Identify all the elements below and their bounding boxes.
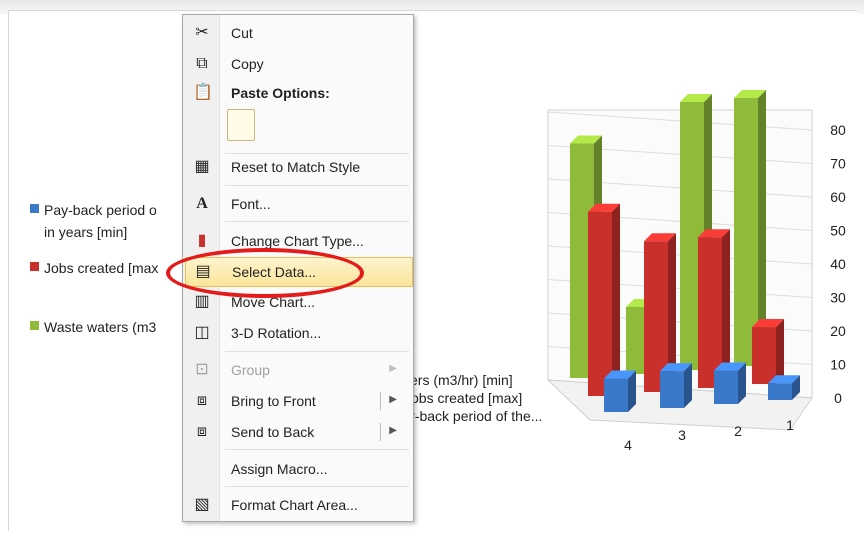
- menu-item-label: Cut: [231, 25, 253, 41]
- bar: [660, 371, 684, 408]
- x-tick-label: 3: [678, 427, 686, 443]
- split-divider: [380, 392, 381, 410]
- bar-chart-3d[interactable]: 0 10 20 30 40 50 60 70 80 4 3 2 1: [0, 0, 864, 536]
- menu-item-send-to-back[interactable]: ⧈ Send to Back ▶: [185, 418, 411, 446]
- format-icon: ▧: [194, 496, 210, 513]
- menu-item-bring-to-front[interactable]: ⧈ Bring to Front ▶: [185, 387, 411, 415]
- menu-item-group: ⊡ Group ▶: [185, 356, 411, 384]
- y-tick-label: 40: [830, 256, 846, 272]
- y-tick-label: 20: [830, 323, 846, 339]
- bar-side: [776, 319, 784, 384]
- submenu-arrow-icon[interactable]: ▶: [389, 394, 397, 405]
- reset-style-icon: ▦: [194, 158, 210, 175]
- series-axis-label: ay-back period of the...: [400, 408, 543, 424]
- menu-separator: [225, 449, 409, 450]
- paste-icon: 📋: [193, 84, 213, 101]
- font-icon: A: [196, 195, 208, 212]
- menu-item-label: Bring to Front: [231, 393, 316, 409]
- bar: [604, 378, 628, 412]
- x-tick-label: 1: [786, 417, 794, 433]
- paste-keep-formatting-button[interactable]: [227, 109, 255, 141]
- menu-item-copy[interactable]: ⧉ Copy: [185, 50, 411, 78]
- y-tick-label: 60: [830, 189, 846, 205]
- menu-item-reset-style[interactable]: ▦ Reset to Match Style: [185, 153, 411, 181]
- y-tick-label: 50: [830, 223, 846, 239]
- bring-front-icon: ⧈: [196, 392, 208, 409]
- submenu-arrow-icon[interactable]: ▶: [389, 425, 397, 436]
- scissors-icon: ✂: [195, 24, 209, 41]
- bar-side: [612, 203, 620, 396]
- bar: [768, 383, 792, 400]
- menu-separator: [225, 221, 409, 222]
- menu-item-label: Format Chart Area...: [231, 497, 358, 513]
- menu-item-font[interactable]: A Font...: [185, 190, 411, 218]
- series-axis-label: ers (m3/hr) [min]: [410, 372, 513, 388]
- menu-item-label: 3-D Rotation...: [231, 325, 322, 341]
- menu-item-label: Change Chart Type...: [231, 233, 364, 249]
- split-divider: [380, 423, 381, 441]
- menu-item-label: Select Data...: [232, 264, 317, 280]
- bar: [698, 237, 722, 388]
- menu-item-move-chart[interactable]: ▥ Move Chart...: [185, 288, 411, 316]
- y-tick-label: 30: [830, 290, 846, 306]
- menu-item-label: Move Chart...: [231, 294, 316, 310]
- bar: [752, 327, 776, 384]
- series-axis-label: Jobs created [max]: [404, 390, 523, 406]
- copy-icon: ⧉: [196, 55, 208, 72]
- submenu-arrow-icon: ▶: [389, 363, 397, 374]
- send-back-icon: ⧈: [196, 423, 208, 440]
- y-tick-label: 80: [830, 122, 846, 138]
- menu-item-change-chart-type[interactable]: ▮ Change Chart Type...: [185, 227, 411, 255]
- menu-item-label: Paste Options:: [231, 85, 330, 101]
- menu-separator: [225, 351, 409, 352]
- menu-item-label: Group: [231, 362, 270, 378]
- x-tick-label: 2: [734, 423, 742, 439]
- group-icon: ⊡: [195, 361, 209, 378]
- menu-separator: [225, 185, 409, 186]
- menu-item-label: Send to Back: [231, 424, 315, 440]
- y-tick-label: 70: [830, 156, 846, 172]
- x-tick-label: 4: [624, 437, 632, 453]
- menu-item-cut[interactable]: ✂ Cut: [185, 19, 411, 47]
- menu-item-label: Copy: [231, 56, 264, 72]
- bar: [714, 370, 738, 404]
- menu-item-format-chart-area[interactable]: ▧ Format Chart Area...: [185, 491, 411, 519]
- menu-separator: [225, 486, 409, 487]
- context-menu[interactable]: ✂ Cut ⧉ Copy 📋 Paste Options: ▦ Reset to…: [182, 14, 414, 522]
- menu-item-label: Assign Macro...: [231, 461, 328, 477]
- rotation-icon: ◫: [194, 324, 210, 341]
- menu-item-label: Reset to Match Style: [231, 159, 361, 175]
- menu-item-paste-options: 📋 Paste Options:: [185, 79, 411, 107]
- bar: [588, 211, 612, 396]
- menu-item-3d-rotation[interactable]: ◫ 3-D Rotation...: [185, 319, 411, 347]
- select-data-icon: ▤: [195, 263, 211, 280]
- menu-item-select-data[interactable]: ▤ Select Data...: [185, 257, 413, 287]
- y-tick-label: 0: [834, 390, 842, 406]
- chart-type-icon: ▮: [197, 232, 207, 249]
- y-tick-label: 10: [830, 357, 846, 373]
- menu-item-assign-macro[interactable]: Assign Macro...: [185, 455, 411, 483]
- menu-item-label: Font...: [231, 196, 271, 212]
- move-chart-icon: ▥: [194, 293, 210, 310]
